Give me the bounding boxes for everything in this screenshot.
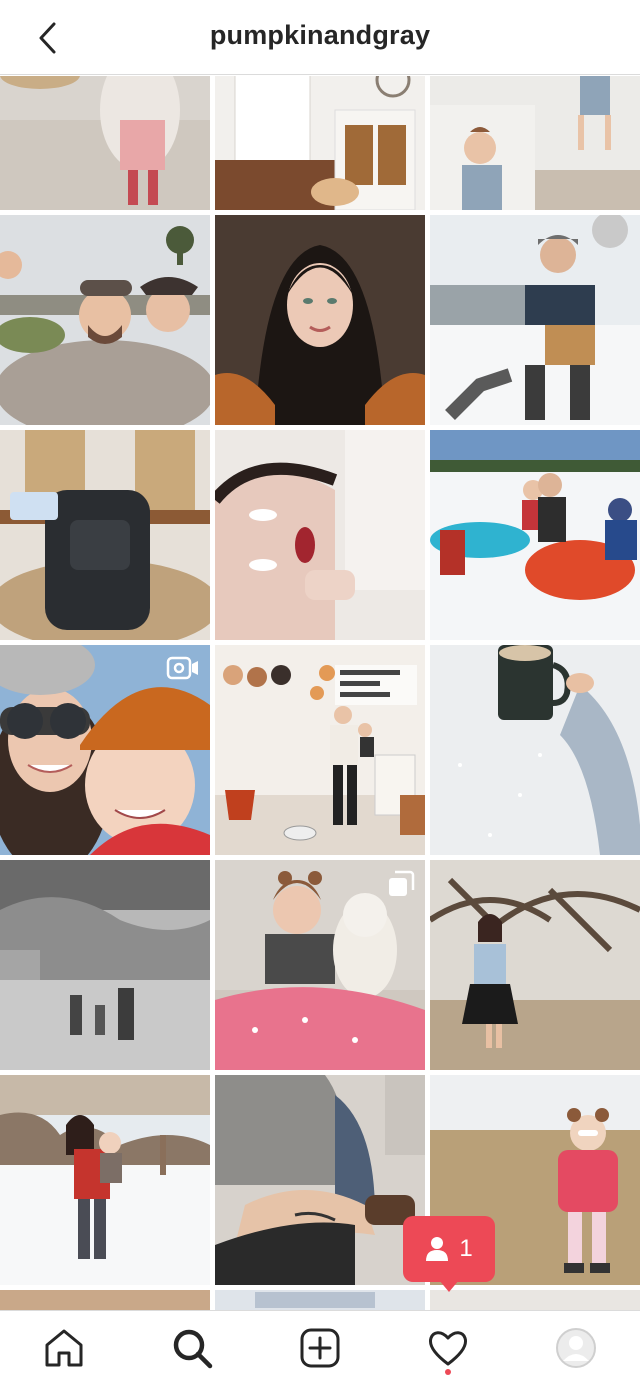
post-thumbnail-21[interactable] xyxy=(430,1290,640,1310)
home-icon xyxy=(45,1329,83,1367)
activity-notification-dot xyxy=(445,1369,451,1375)
post-thumbnail-5[interactable] xyxy=(215,215,425,425)
tab-new-post[interactable] xyxy=(297,1325,343,1371)
post-thumbnail-4[interactable] xyxy=(0,215,210,425)
posts-grid xyxy=(0,76,640,1310)
post-thumbnail-17[interactable] xyxy=(215,1075,425,1285)
post-thumbnail-8[interactable] xyxy=(215,430,425,640)
igtv-badge xyxy=(166,655,200,686)
post-thumbnail-6[interactable] xyxy=(430,215,640,425)
notification-count: 1 xyxy=(459,1235,473,1262)
profile-username-title: pumpkinandgray xyxy=(209,20,431,50)
post-thumbnail-10[interactable] xyxy=(0,645,210,855)
post-thumbnail-12[interactable] xyxy=(430,645,640,855)
new-post-icon xyxy=(300,1328,340,1368)
top-navigation-bar: pumpkinandgray xyxy=(0,0,640,75)
post-thumbnail-7[interactable] xyxy=(0,430,210,640)
carousel-icon xyxy=(389,870,415,896)
post-thumbnail-2[interactable] xyxy=(215,76,425,210)
person-icon xyxy=(426,1237,449,1261)
search-icon xyxy=(173,1329,213,1369)
post-thumbnail-20[interactable] xyxy=(215,1290,425,1310)
igtv-icon xyxy=(166,656,198,680)
carousel-badge xyxy=(387,870,415,903)
post-thumbnail-9[interactable] xyxy=(430,430,640,640)
post-thumbnail-19[interactable] xyxy=(0,1290,210,1310)
tab-search[interactable] xyxy=(169,1325,215,1371)
post-thumbnail-11[interactable] xyxy=(215,645,425,855)
activity-heart-icon xyxy=(429,1331,467,1366)
tab-activity[interactable] xyxy=(425,1325,471,1371)
tab-profile[interactable] xyxy=(553,1325,599,1371)
bottom-tab-bar xyxy=(0,1310,640,1386)
profile-avatar-icon xyxy=(556,1328,596,1368)
post-thumbnail-13[interactable] xyxy=(0,860,210,1070)
follow-notification-toast[interactable]: 1 xyxy=(403,1216,495,1282)
post-thumbnail-15[interactable] xyxy=(430,860,640,1070)
post-thumbnail-1[interactable] xyxy=(0,76,210,210)
tab-home[interactable] xyxy=(41,1325,87,1371)
post-thumbnail-16[interactable] xyxy=(0,1075,210,1285)
toast-pointer xyxy=(439,1280,459,1292)
post-thumbnail-14[interactable] xyxy=(215,860,425,1070)
post-thumbnail-3[interactable] xyxy=(430,76,640,210)
